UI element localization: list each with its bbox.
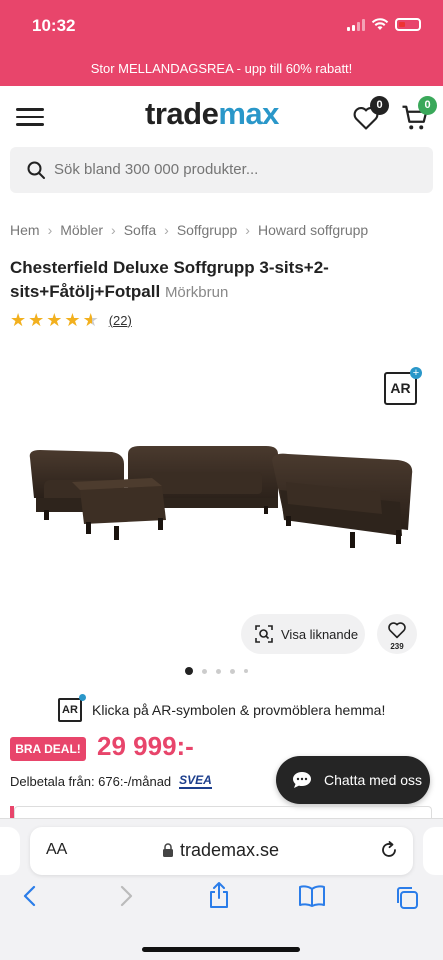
product-rating[interactable]: ★ ★ ★ ★ ★ (22) xyxy=(10,311,132,329)
ar-icon: AR xyxy=(58,694,86,722)
wifi-icon xyxy=(371,18,389,30)
cart-count-badge: 0 xyxy=(418,96,437,115)
breadcrumb-separator: › xyxy=(245,222,250,238)
search-input[interactable] xyxy=(54,147,414,193)
back-icon xyxy=(23,885,36,907)
breadcrumb-item[interactable]: Soffgrupp xyxy=(177,222,237,238)
previous-tab-edge[interactable] xyxy=(0,827,20,875)
signal-icon xyxy=(347,18,365,31)
forward-icon xyxy=(120,885,133,907)
bookmarks-button[interactable] xyxy=(298,885,326,912)
ar-promo-text: Klicka på AR-symbolen & provmöblera hemm… xyxy=(92,702,386,718)
carousel-dot-active[interactable] xyxy=(185,667,193,675)
breadcrumb-separator: › xyxy=(164,222,169,238)
back-button[interactable] xyxy=(22,885,38,912)
star-icon: ★ xyxy=(64,310,81,330)
breadcrumb-item[interactable]: Hem xyxy=(10,222,40,238)
breadcrumb-separator: › xyxy=(111,222,116,238)
ottoman xyxy=(72,478,166,540)
home-indicator xyxy=(142,947,300,952)
visa-liknande-button[interactable]: Visa liknande xyxy=(241,614,365,654)
deal-badge: BRA DEAL! xyxy=(10,737,86,761)
browser-toolbar xyxy=(0,882,443,921)
search-icon xyxy=(27,161,45,179)
forward-button[interactable] xyxy=(118,885,134,912)
address-bar[interactable]: AA trademax.se xyxy=(30,827,413,875)
star-icon: ★ xyxy=(46,310,63,330)
logo[interactable]: trademax xyxy=(145,96,279,132)
visual-search-icon xyxy=(255,625,273,643)
product-image[interactable] xyxy=(0,420,443,565)
logo-text: trade xyxy=(145,96,219,131)
carousel-dot[interactable] xyxy=(244,669,248,673)
wishlist-count: 239 xyxy=(390,642,404,651)
tabs-icon xyxy=(397,887,418,909)
logo-text-accent: max xyxy=(218,96,279,131)
chat-icon xyxy=(293,772,311,788)
carousel-dot[interactable] xyxy=(202,668,207,674)
status-bar: 10:32 xyxy=(0,0,443,54)
text-size-label: AA xyxy=(46,841,68,858)
installment-info: Delbetala från: 676:-/månad SVEA xyxy=(10,774,212,789)
star-icon: ★ xyxy=(10,310,27,330)
carousel-dot[interactable] xyxy=(216,668,221,674)
ar-plus-icon: + xyxy=(410,367,422,379)
breadcrumb: Hem › Möbler › Soffa › Soffgrupp › Howard so… xyxy=(10,222,368,238)
promo-banner[interactable]: Stor MELLANDAGSREA - upp till 60% rabatt… xyxy=(0,54,443,86)
status-time: 10:32 xyxy=(32,16,76,35)
add-to-wishlist-button[interactable]: 239 xyxy=(377,614,417,654)
wishlist-count-badge: 0 xyxy=(370,96,389,115)
carousel-dot[interactable] xyxy=(230,668,235,674)
product-variant: Mörkbrun xyxy=(164,284,229,301)
lock-icon xyxy=(163,843,173,857)
breadcrumb-item[interactable]: Howard soffgrupp xyxy=(258,222,368,238)
installment-text: Delbetala från: 676:-/månad xyxy=(10,774,172,789)
site-header: trademax 0 0 xyxy=(0,86,443,146)
share-button[interactable] xyxy=(208,881,230,914)
breadcrumb-item[interactable]: Soffa xyxy=(124,222,156,238)
half-star-icon: ★ xyxy=(82,310,99,330)
image-carousel-dots xyxy=(185,667,248,675)
bookmarks-icon xyxy=(299,885,325,907)
share-icon xyxy=(210,882,228,908)
tabs-button[interactable] xyxy=(394,885,420,916)
battery-icon xyxy=(395,18,421,31)
heart-icon xyxy=(388,622,406,639)
svea-logo: SVEA xyxy=(179,773,212,789)
text-size-button[interactable]: AA xyxy=(46,841,67,859)
visa-liknande-label: Visa liknande xyxy=(281,626,359,642)
chat-button[interactable]: Chatta med oss xyxy=(276,756,430,804)
reload-icon[interactable] xyxy=(379,840,399,860)
search-bar[interactable] xyxy=(10,147,433,193)
next-tab-edge[interactable] xyxy=(423,827,443,875)
ar-promo[interactable]: AR Klicka på AR-symbolen & provmöblera h… xyxy=(58,694,386,722)
product-price: 29 999:- xyxy=(97,731,194,761)
chat-label: Chatta med oss xyxy=(324,772,423,788)
product-title: Chesterfield Deluxe Soffgrupp 3-sits+2-s… xyxy=(10,256,430,305)
breadcrumb-separator: › xyxy=(47,222,53,238)
status-icons xyxy=(347,18,421,31)
url-text: trademax.se xyxy=(180,840,280,860)
url-display[interactable]: trademax.se xyxy=(162,840,279,861)
menu-icon[interactable] xyxy=(16,108,44,128)
two-seater-sofa xyxy=(272,453,413,548)
review-count-link[interactable]: (22) xyxy=(109,313,132,328)
breadcrumb-item[interactable]: Möbler xyxy=(60,222,103,238)
star-icon: ★ xyxy=(28,310,45,330)
browser-chrome: AA trademax.se xyxy=(0,818,443,960)
